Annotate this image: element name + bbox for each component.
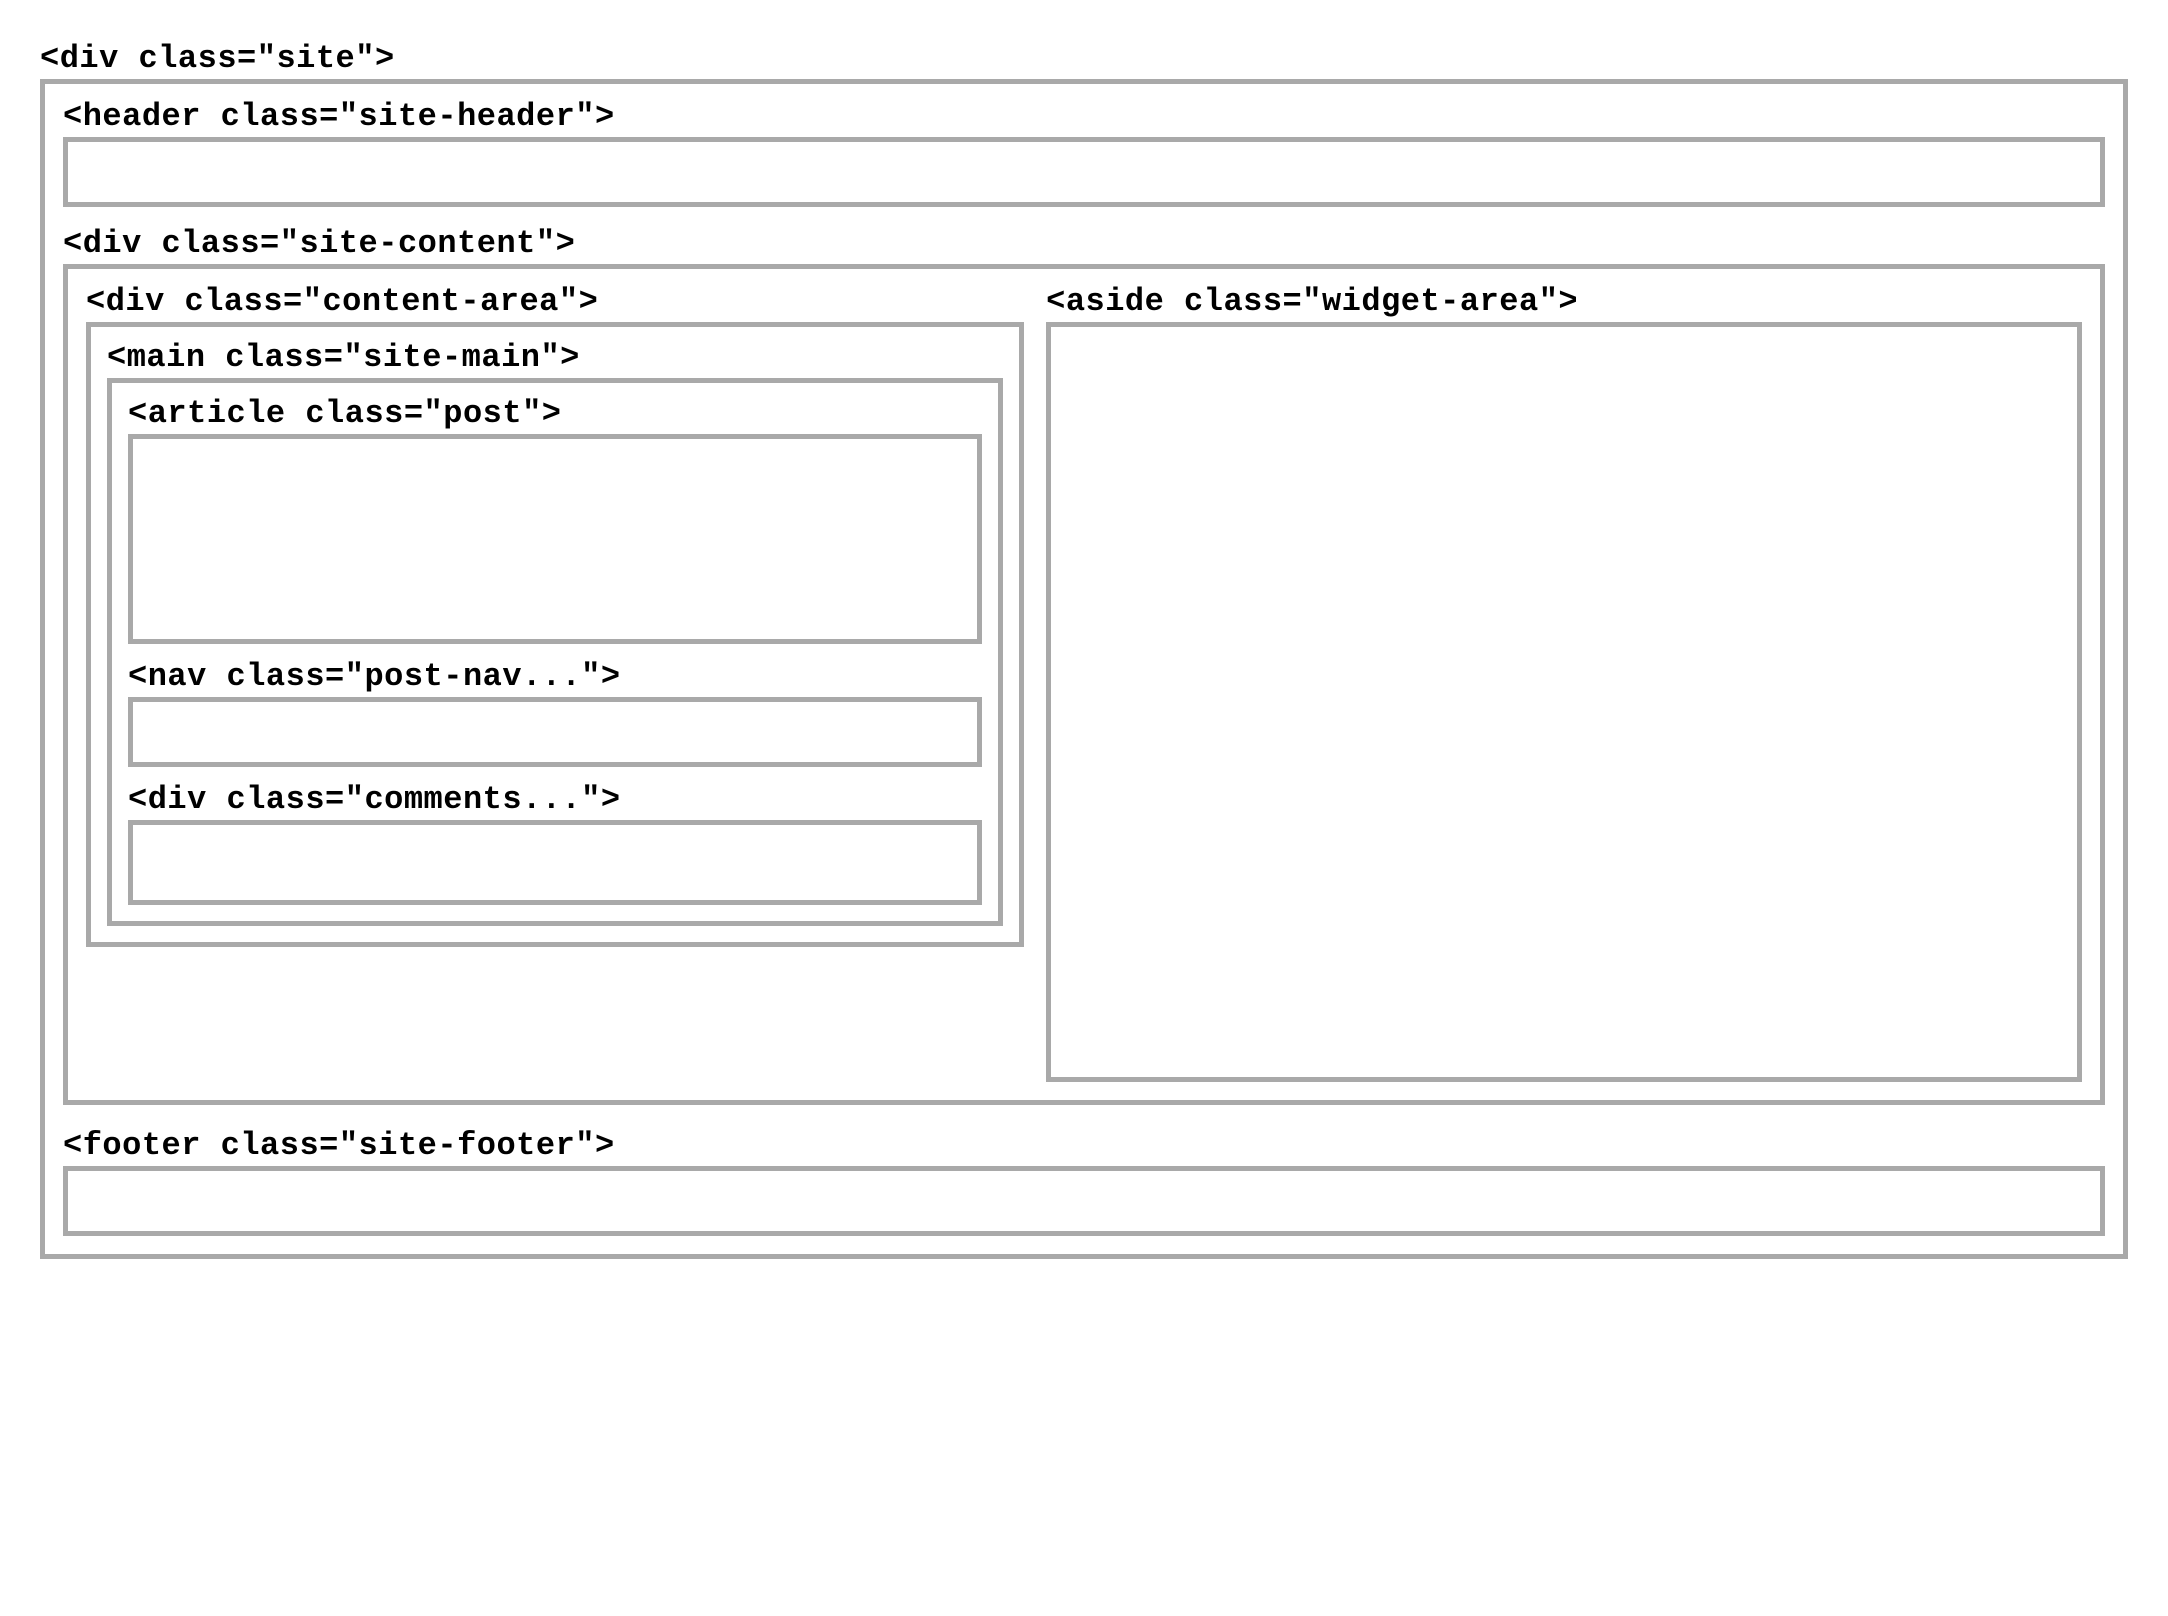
content-area-box: <main class="site-main"> <article class=…	[86, 322, 1024, 947]
site-header-label: <header class="site-header">	[63, 98, 2105, 135]
site-content-box: <div class="content-area"> <main class="…	[63, 264, 2105, 1105]
site-content-label: <div class="site-content">	[63, 225, 2105, 262]
site-main-label: <main class="site-main">	[107, 339, 1003, 376]
post-nav-box	[128, 697, 982, 767]
comments-label: <div class="comments...">	[128, 781, 982, 818]
widget-area-label: <aside class="widget-area">	[1046, 283, 2082, 320]
comments-box	[128, 820, 982, 905]
widget-area-box	[1046, 322, 2082, 1082]
site-header-box	[63, 137, 2105, 207]
site-label: <div class="site">	[40, 40, 2128, 77]
content-area-column: <div class="content-area"> <main class="…	[86, 283, 1024, 1082]
article-post-box	[128, 434, 982, 644]
site-box: <header class="site-header"> <div class=…	[40, 79, 2128, 1259]
site-main-box: <article class="post"> <nav class="post-…	[107, 378, 1003, 926]
content-area-label: <div class="content-area">	[86, 283, 1024, 320]
post-nav-label: <nav class="post-nav...">	[128, 658, 982, 695]
widget-area-column: <aside class="widget-area">	[1046, 283, 2082, 1082]
site-footer-box	[63, 1166, 2105, 1236]
html-structure-diagram: <div class="site"> <header class="site-h…	[40, 40, 2128, 1259]
article-post-label: <article class="post">	[128, 395, 982, 432]
site-footer-label: <footer class="site-footer">	[63, 1127, 2105, 1164]
